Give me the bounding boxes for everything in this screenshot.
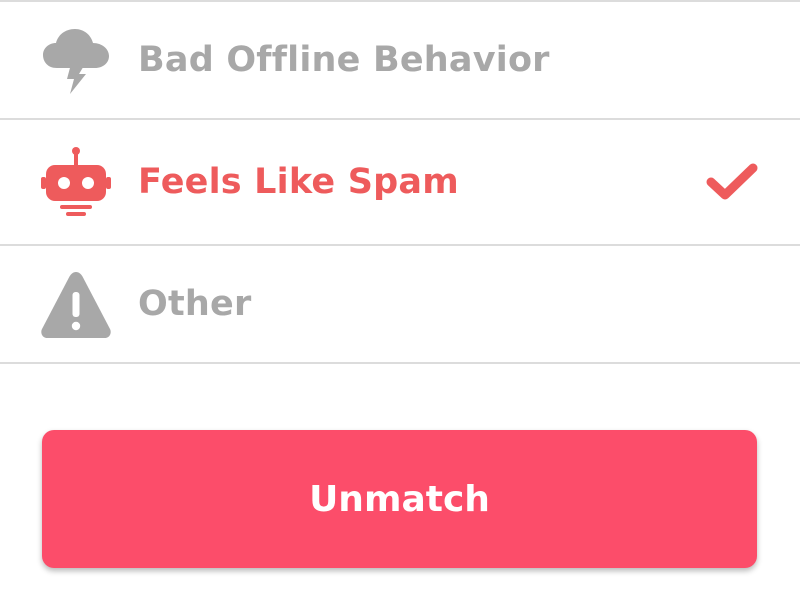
option-other[interactable]: Other (0, 246, 800, 364)
robot-icon (40, 147, 112, 219)
option-label: Feels Like Spam (138, 162, 459, 202)
warning-icon-graphic (41, 272, 111, 338)
unmatch-button[interactable]: Unmatch (42, 430, 757, 568)
option-feels-like-spam[interactable]: Feels Like Spam (0, 120, 800, 246)
checkmark-icon-graphic (706, 163, 758, 200)
report-reason-screen: Bad Offline Behavior Feels Like Spam Oth… (0, 0, 800, 600)
storm-cloud-icon (40, 24, 112, 96)
robot-icon-graphic (41, 147, 111, 216)
option-bad-offline-behavior[interactable]: Bad Offline Behavior (0, 2, 800, 120)
checkmark-icon (704, 160, 760, 204)
option-label: Bad Offline Behavior (138, 40, 550, 80)
option-label: Other (138, 284, 252, 324)
storm-cloud-icon-graphic (43, 29, 109, 94)
warning-icon (40, 269, 112, 341)
